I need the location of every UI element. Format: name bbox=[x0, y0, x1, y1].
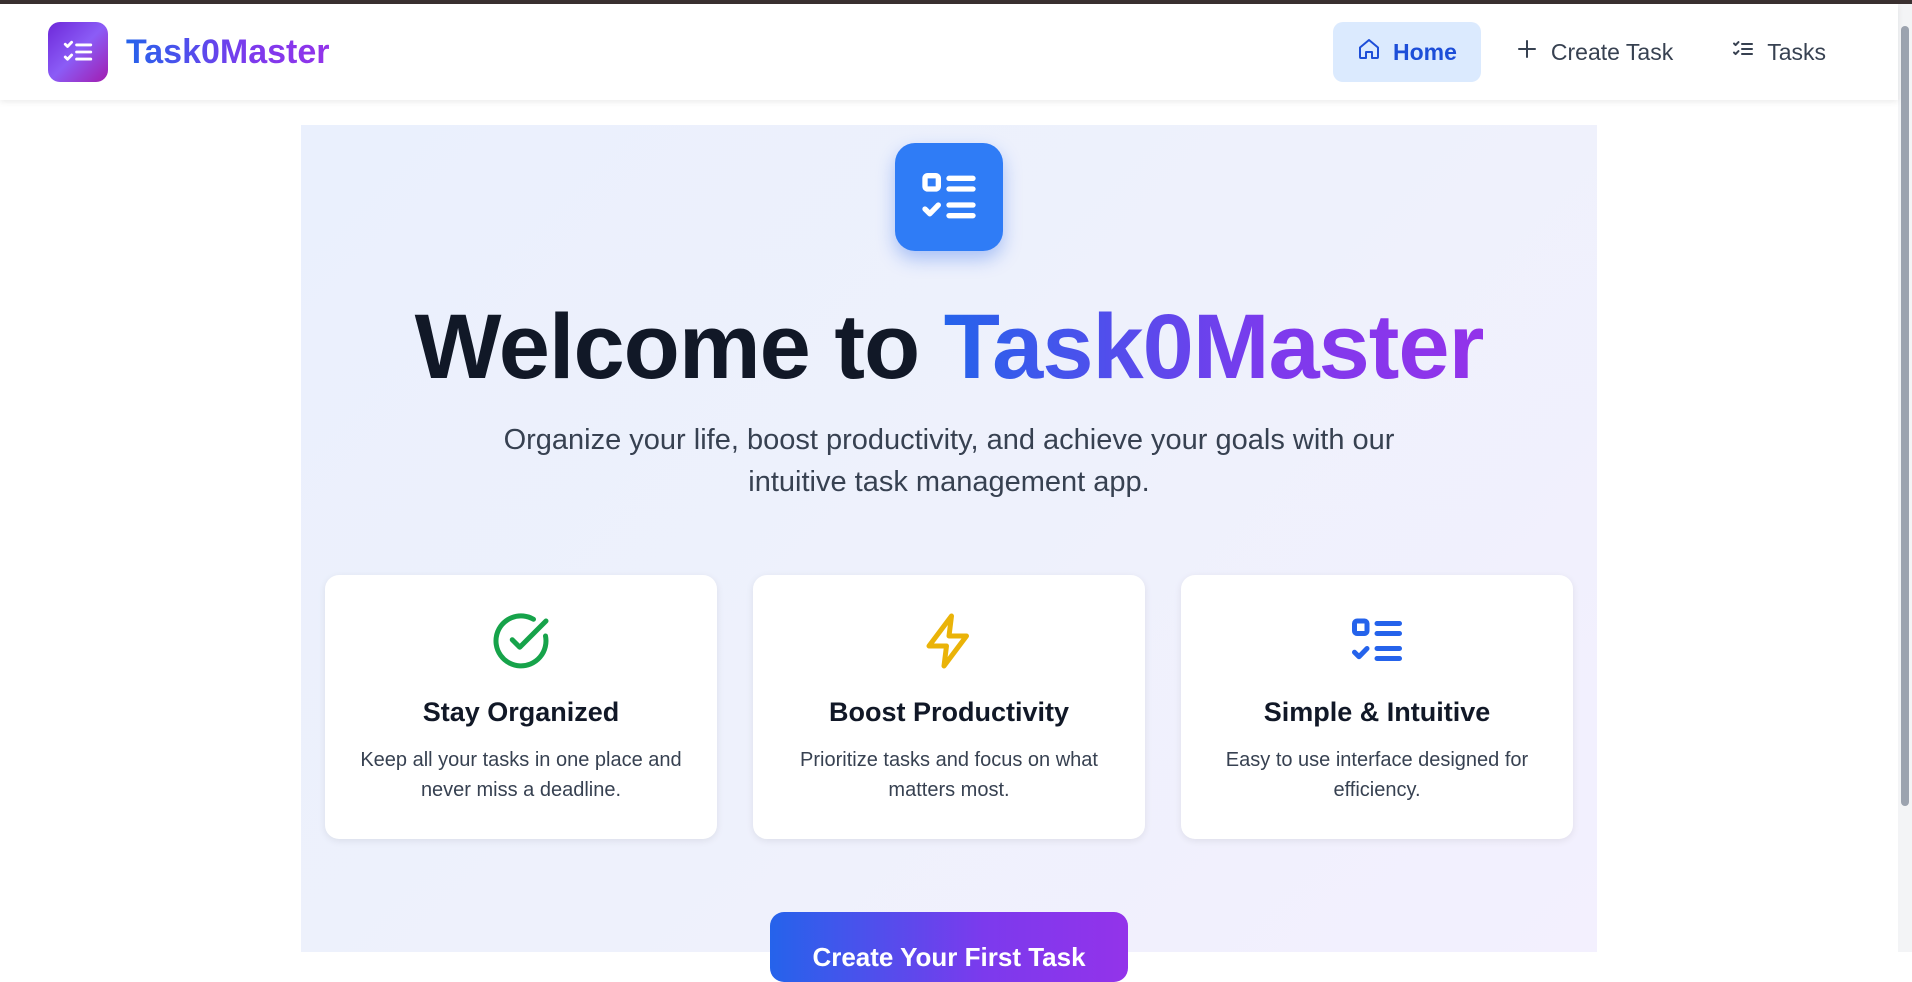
create-first-task-label: Create Your First Task bbox=[812, 942, 1086, 972]
create-first-task-button[interactable]: Create Your First Task bbox=[770, 912, 1128, 982]
feature-description: Prioritize tasks and focus on what matte… bbox=[800, 749, 1098, 801]
hero-section: Welcome to Task0Master Organize your lif… bbox=[301, 125, 1597, 982]
page-title: Welcome to Task0Master bbox=[301, 295, 1597, 400]
list-check-icon bbox=[895, 143, 1003, 251]
nav-create-task-label: Create Task bbox=[1550, 38, 1674, 65]
nav-home-label: Home bbox=[1392, 38, 1457, 65]
main-nav: Home Create Task Tasks bbox=[1332, 22, 1850, 82]
brand[interactable]: Task0Master bbox=[48, 22, 330, 82]
lightning-bolt-icon bbox=[919, 611, 979, 671]
brand-name: Task0Master bbox=[126, 32, 330, 71]
scrollbar-thumb[interactable] bbox=[1901, 26, 1909, 806]
feature-description: Keep all your tasks in one place and nev… bbox=[360, 749, 682, 801]
hero-subtitle: Organize your life, boost productivity, … bbox=[503, 424, 1395, 498]
feature-description: Easy to use interface designed for effic… bbox=[1225, 749, 1529, 801]
plus-icon bbox=[1515, 37, 1539, 67]
list-check-icon bbox=[1731, 37, 1755, 67]
nav-create-task[interactable]: Create Task bbox=[1491, 22, 1697, 82]
feature-title: Boost Productivity bbox=[828, 697, 1070, 727]
page-title-prefix: Welcome to bbox=[414, 296, 944, 398]
page-scrollbar[interactable] bbox=[1898, 4, 1912, 952]
nav-home[interactable]: Home bbox=[1332, 22, 1481, 82]
page-title-brand: Task0Master bbox=[943, 296, 1485, 398]
feature-title: Stay Organized bbox=[422, 697, 620, 727]
feature-card-simple-intuitive: Simple & Intuitive Easy to use interface… bbox=[1181, 575, 1573, 839]
feature-card-boost-productivity: Boost Productivity Prioritize tasks and … bbox=[753, 575, 1145, 839]
home-icon bbox=[1357, 37, 1381, 67]
nav-tasks[interactable]: Tasks bbox=[1707, 22, 1850, 82]
check-circle-icon bbox=[491, 611, 551, 671]
feature-card-stay-organized: Stay Organized Keep all your tasks in on… bbox=[325, 575, 717, 839]
feature-title: Simple & Intuitive bbox=[1263, 697, 1491, 727]
nav-tasks-label: Tasks bbox=[1767, 38, 1826, 65]
top-navbar: Task0Master Home Create Task Tasks bbox=[0, 4, 1898, 100]
list-check-icon bbox=[1347, 611, 1407, 671]
list-check-icon bbox=[48, 22, 108, 82]
